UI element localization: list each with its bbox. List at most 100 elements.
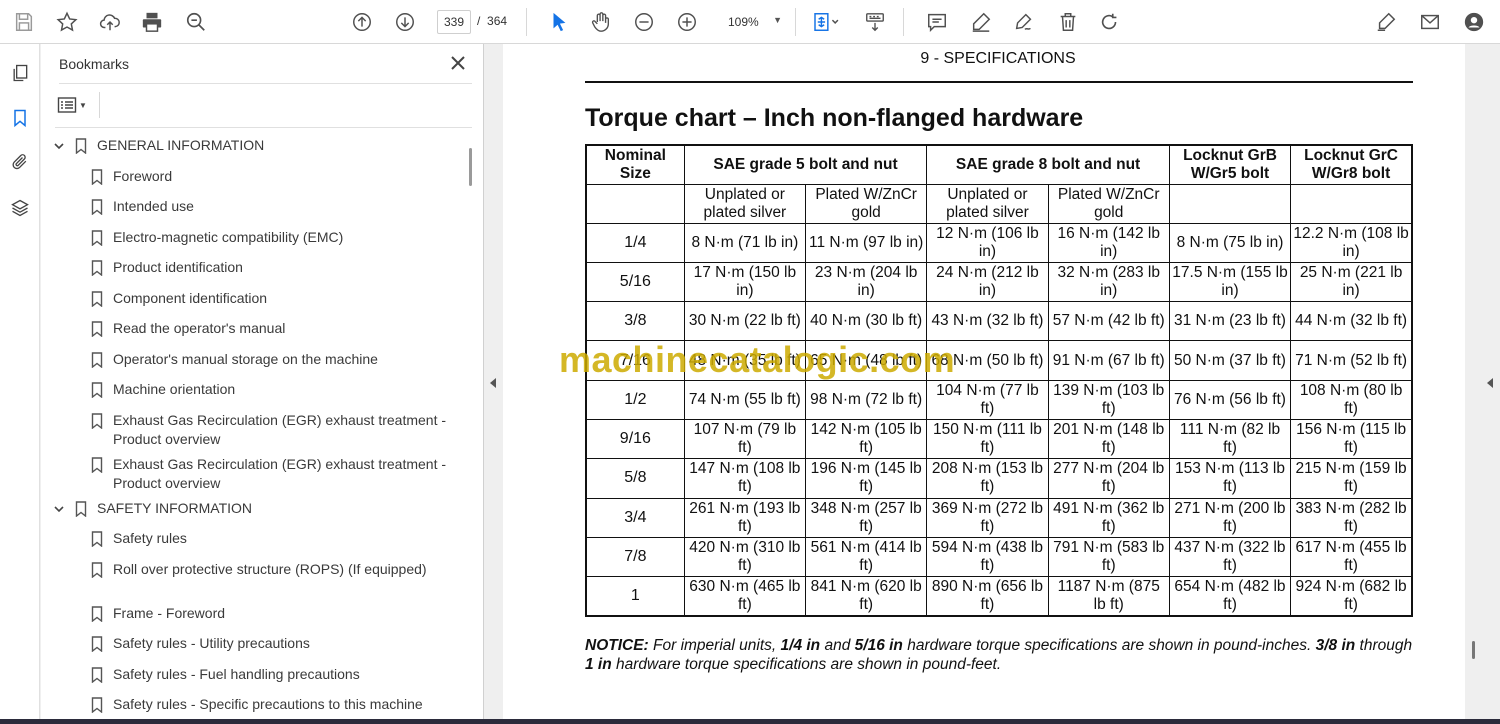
bookmark-item[interactable]: Roll over protective structure (ROPS) (I… xyxy=(41,560,467,600)
torque-cell: 561 N·m (414 lb ft) xyxy=(805,536,928,578)
page-up-icon[interactable] xyxy=(346,6,378,38)
torque-cell: 8 N·m (71 lb in) xyxy=(683,222,807,263)
bookmark-icon xyxy=(75,500,87,517)
bookmark-item[interactable]: Product identification xyxy=(41,258,467,280)
bookmark-icon xyxy=(91,290,103,307)
bookmark-item[interactable]: Intended use xyxy=(41,197,467,219)
bookmark-item[interactable]: Safety rules - Fuel handling precautions xyxy=(41,665,467,687)
bookmark-item[interactable]: Exhaust Gas Recirculation (EGR) exhaust … xyxy=(41,411,467,451)
account-icon[interactable] xyxy=(1458,6,1490,38)
bookmark-icon xyxy=(91,605,103,622)
torque-cell: 630 N·m (465 lb ft) xyxy=(683,576,807,617)
bookmark-label: Frame - Foreword xyxy=(113,604,226,621)
torque-cell: 348 N·m (257 lb ft) xyxy=(805,497,928,538)
bookmark-item[interactable]: Safety rules - Utility precautions xyxy=(41,634,467,656)
bookmark-icon xyxy=(91,168,103,185)
bookmark-group[interactable]: SAFETY INFORMATION xyxy=(41,499,467,521)
bookmark-icon xyxy=(91,561,103,578)
bookmark-item[interactable]: Exhaust Gas Recirculation (EGR) exhaust … xyxy=(41,455,467,495)
torque-cell: 142 N·m (105 lb ft) xyxy=(805,418,928,460)
layers-icon[interactable] xyxy=(8,196,32,220)
bookmark-icon xyxy=(91,697,103,713)
divider xyxy=(99,92,100,118)
torque-cell: 139 N·m (103 lb ft) xyxy=(1047,379,1170,420)
torque-cell: 594 N·m (438 lb ft) xyxy=(926,536,1049,578)
bookmark-item[interactable]: Electro-magnetic compatibility (EMC) xyxy=(41,228,467,250)
header-sae-grade-5: SAE grade 5 bolt and nut xyxy=(683,144,928,185)
highlight-pen-icon[interactable] xyxy=(965,6,997,38)
toolbar-divider xyxy=(526,8,527,36)
bookmark-item[interactable]: Machine orientation xyxy=(41,380,467,402)
redo-icon[interactable] xyxy=(1094,6,1126,38)
zoom-in-icon[interactable] xyxy=(671,6,703,38)
bookmark-label: GENERAL INFORMATION xyxy=(97,137,265,153)
page-thumbnails-icon[interactable] xyxy=(8,61,32,85)
attachment-icon[interactable] xyxy=(8,150,32,174)
bookmark-label: Exhaust Gas Recirculation (EGR) exhaust … xyxy=(113,411,447,447)
save-icon[interactable] xyxy=(8,6,40,38)
torque-cell: 150 N·m (111 lb ft) xyxy=(926,418,1049,460)
close-icon[interactable] xyxy=(449,54,467,72)
torque-cell: 271 N·m (200 lb ft) xyxy=(1168,497,1292,538)
header-sae-grade-8: SAE grade 8 bolt and nut xyxy=(926,144,1170,185)
select-cursor-icon[interactable] xyxy=(543,6,575,38)
bookmark-label: Intended use xyxy=(113,198,194,214)
panel-scrollbar[interactable] xyxy=(469,148,472,186)
bookmark-item[interactable]: Read the operator's manual xyxy=(41,319,467,341)
bookmark-item[interactable]: Foreword xyxy=(41,167,467,189)
fit-page-icon[interactable] xyxy=(806,6,846,38)
table-row: 7/8 420 N·m (310 lb ft) 561 N·m (414 lb ft… xyxy=(585,536,1413,578)
bookmark-item[interactable]: Component identification xyxy=(41,289,467,311)
table-row: 5/8 147 N·m (108 lb ft) 196 N·m (145 lb ft… xyxy=(585,458,1413,499)
torque-cell: 196 N·m (145 lb ft) xyxy=(805,458,928,499)
torque-cell: 383 N·m (282 lb ft) xyxy=(1290,497,1413,538)
torque-cell: 208 N·m (153 lb ft) xyxy=(926,458,1049,499)
sign-pen-icon[interactable] xyxy=(1008,6,1040,38)
page-number-input[interactable]: 339 xyxy=(437,10,471,34)
bookmark-icon xyxy=(91,199,103,215)
torque-cell: 617 N·m (455 lb ft) xyxy=(1290,536,1413,578)
mail-icon[interactable] xyxy=(1414,6,1446,38)
fill-sign-icon[interactable] xyxy=(1370,6,1402,38)
star-icon[interactable] xyxy=(51,6,83,38)
table-row: 5/16 17 N·m (150 lb in) 23 N·m (204 lb in)… xyxy=(585,261,1413,303)
page-down-icon[interactable] xyxy=(389,6,421,38)
bookmark-icon xyxy=(75,138,87,154)
zoom-out-icon[interactable] xyxy=(628,6,660,38)
size-cell: 3/8 xyxy=(585,301,685,342)
collapse-left-panel-icon[interactable] xyxy=(489,375,497,388)
bookmark-group[interactable]: GENERAL INFORMATION xyxy=(41,136,467,158)
navigation-rail xyxy=(0,44,40,724)
zoom-level-select[interactable]: 109% ▼ xyxy=(718,10,788,34)
torque-cell: 91 N·m (67 lb ft) xyxy=(1047,340,1170,381)
torque-cell: 8 N·m (75 lb in) xyxy=(1168,222,1292,263)
bookmark-item[interactable]: Operator's manual storage on the machine xyxy=(41,350,467,372)
chevron-down-icon[interactable] xyxy=(53,140,65,152)
watermark: machinecatalogic.com xyxy=(559,339,956,380)
bookmark-options-button[interactable]: ▼ xyxy=(57,94,93,116)
trash-icon[interactable] xyxy=(1052,6,1084,38)
list-options-icon xyxy=(57,97,77,113)
comment-icon[interactable] xyxy=(921,6,953,38)
page-title: Torque chart – Inch non-flanged hardware xyxy=(585,104,1084,132)
chevron-down-icon[interactable] xyxy=(53,503,65,515)
hand-tool-icon[interactable] xyxy=(585,6,617,38)
bookmark-panel-icon[interactable] xyxy=(8,106,32,130)
torque-cell: 43 N·m (32 lb ft) xyxy=(926,301,1049,342)
expand-right-panel-icon[interactable] xyxy=(1486,375,1494,388)
torque-cell: 111 N·m (82 lb ft) xyxy=(1168,418,1292,460)
bookmark-item[interactable]: Safety rules xyxy=(41,529,467,551)
size-cell: 1/4 xyxy=(585,222,685,263)
toolbar-divider xyxy=(903,8,904,36)
chevron-down-icon: ▼ xyxy=(79,100,87,110)
find-zoom-icon[interactable] xyxy=(180,6,212,38)
torque-cell: 261 N·m (193 lb ft) xyxy=(683,497,807,538)
document-scrollbar[interactable] xyxy=(1472,641,1475,659)
torque-cell: 50 N·m (37 lb ft) xyxy=(1168,340,1292,381)
scroll-mode-icon[interactable] xyxy=(859,6,891,38)
cloud-upload-icon[interactable] xyxy=(94,6,126,38)
print-icon[interactable] xyxy=(136,6,168,38)
bookmark-item[interactable]: Frame - Foreword xyxy=(41,604,467,626)
torque-cell: 156 N·m (115 lb ft) xyxy=(1290,418,1413,460)
table-cell xyxy=(1168,183,1292,224)
